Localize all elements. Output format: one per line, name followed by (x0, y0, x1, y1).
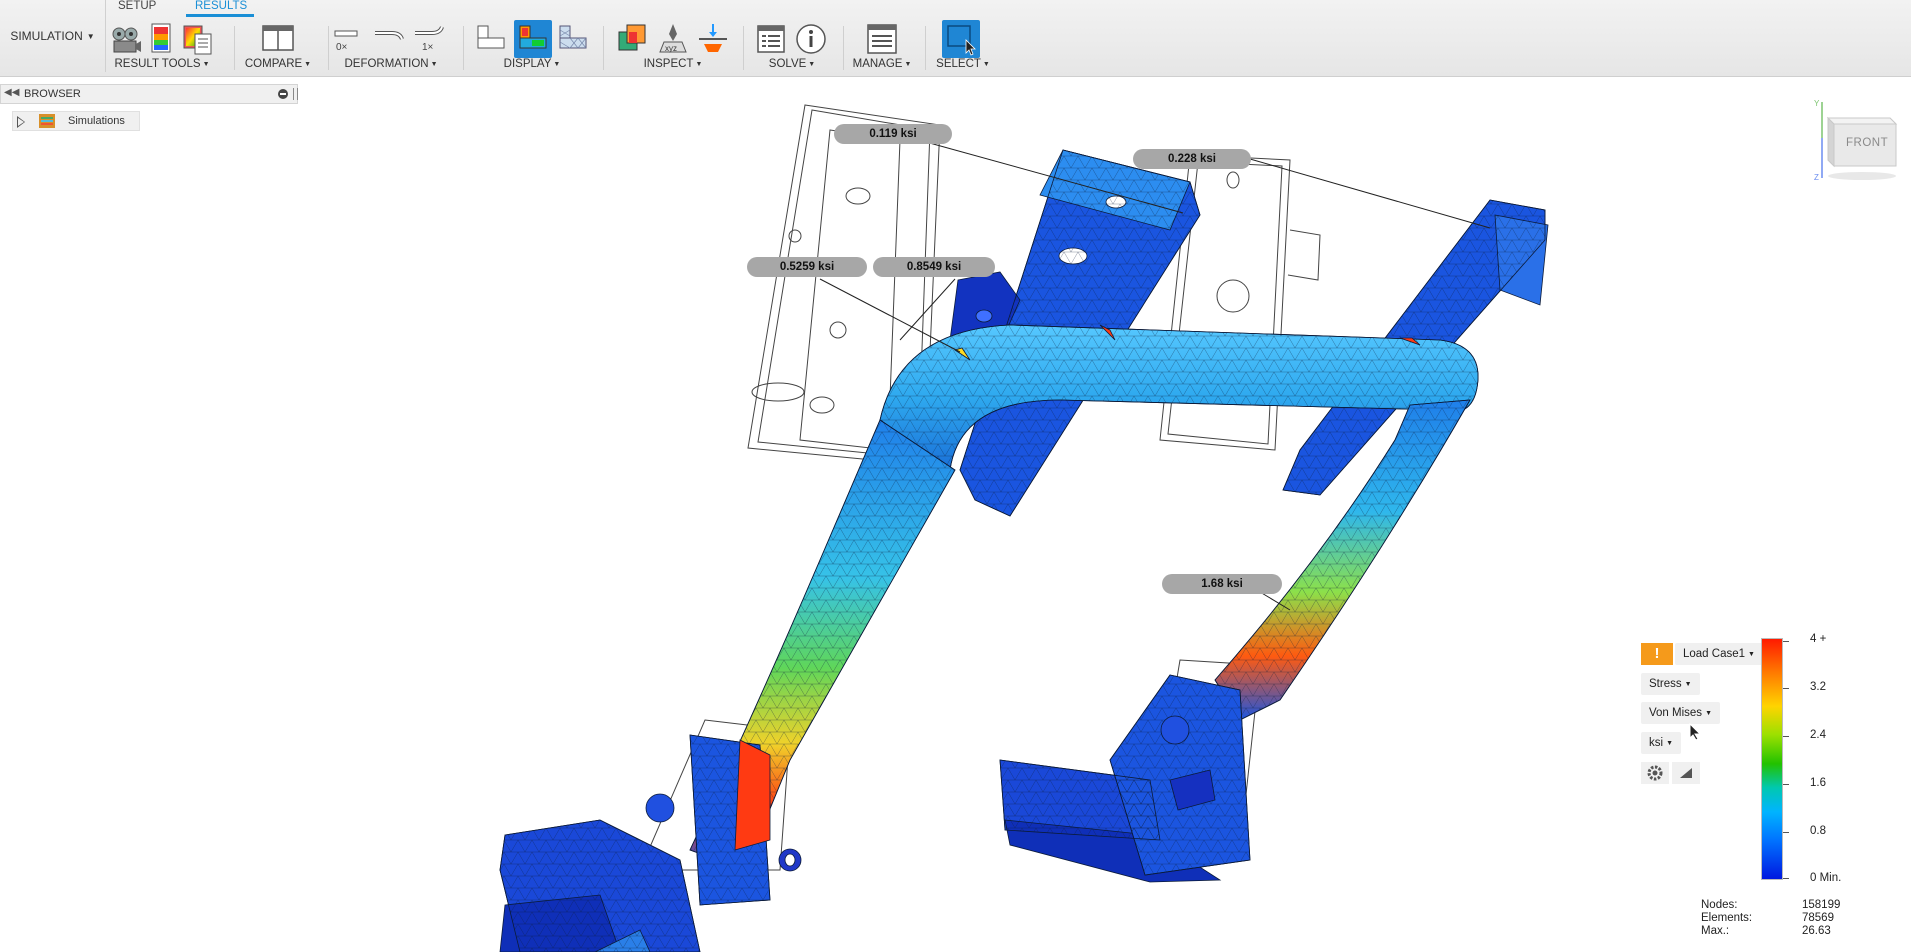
legend-tick-label: 0 Min. (1810, 872, 1842, 884)
point-probe-icon[interactable]: xyz (656, 22, 690, 56)
toolbar-divider (925, 26, 926, 70)
toolbar-divider (463, 26, 464, 70)
toolbar-divider (743, 26, 744, 70)
right-base-mount (999, 674, 1251, 883)
active-tab-indicator (186, 14, 254, 17)
select-menu[interactable]: SELECT ▼ (935, 58, 991, 70)
units-dropdown[interactable]: ksi ▼ (1641, 732, 1681, 754)
svg-text:Y: Y (1814, 99, 1820, 108)
probe-label[interactable]: 0.5259 ksi (747, 257, 867, 277)
display-menu[interactable]: DISPLAY ▼ (470, 58, 594, 70)
deformation-1x-text: 1× (422, 42, 434, 53)
chevron-down-icon: ▼ (86, 31, 95, 41)
stress-component-dropdown[interactable]: Von Mises ▼ (1641, 702, 1720, 724)
model-display-icon[interactable] (474, 22, 508, 56)
deformation-menu[interactable]: DEFORMATION ▼ (330, 58, 452, 70)
solve-menu[interactable]: SOLVE ▼ (750, 58, 834, 70)
probe-label[interactable]: 0.8549 ksi (873, 257, 995, 277)
color-ramp-icon[interactable] (1672, 762, 1700, 784)
inspect-group: xyz INSPECT ▼ (610, 20, 736, 74)
actual-deformation-icon[interactable]: 1× (412, 22, 446, 56)
svg-text:Z: Z (1814, 173, 1819, 182)
info-icon[interactable] (794, 22, 828, 56)
deformation-0x-text: 0× (336, 42, 348, 53)
legend-tick-label: 4 + (1810, 633, 1827, 645)
max-value: 26.63 (1802, 925, 1831, 937)
workspace-label: SIMULATION (10, 29, 83, 43)
surface-probe-icon[interactable] (616, 22, 650, 56)
tick-mark (1783, 688, 1789, 689)
toolbar-divider (603, 26, 604, 70)
nodes-label: Nodes: (1701, 899, 1738, 911)
toolbar-divider (328, 26, 329, 70)
display-group: DISPLAY ▼ (470, 20, 594, 74)
animate-icon[interactable] (108, 22, 142, 56)
legend-tick-label: 0.8 (1810, 825, 1826, 837)
workspace-switcher[interactable]: SIMULATION ▼ (0, 0, 106, 72)
warning-icon[interactable]: ! (1641, 643, 1673, 665)
probe-label[interactable]: 0.119 ksi (834, 124, 952, 144)
simulation-viewport[interactable] (0, 76, 1911, 952)
probe-label[interactable]: 1.68 ksi (1162, 574, 1282, 594)
toolbar: SIMULATION ▼ SETUP RESULTS RESULT TOOLS ▼ … (0, 0, 1911, 77)
tick-mark (1783, 784, 1789, 785)
report-icon[interactable] (180, 22, 214, 56)
load-case-dropdown[interactable]: Load Case1 ▼ (1675, 643, 1763, 665)
gear-icon[interactable] (1641, 762, 1669, 784)
tab-results[interactable]: RESULTS (195, 0, 247, 12)
result-tools-menu[interactable]: RESULT TOOLS ▼ (106, 58, 218, 70)
legend-tick-label: 2.4 (1810, 729, 1826, 741)
elements-value: 78569 (1802, 912, 1834, 924)
mesh-display-icon[interactable] (556, 22, 590, 56)
probe-label[interactable]: 0.228 ksi (1133, 149, 1251, 169)
deformation-group: 0× 1× DEFORMATION ▼ (330, 20, 452, 74)
compare-group: COMPARE ▼ (240, 20, 316, 74)
elements-label: Elements: (1701, 912, 1753, 924)
no-deformation-icon[interactable]: 0× (332, 22, 366, 56)
left-base-mount (499, 734, 802, 952)
manage-menu[interactable]: MANAGE ▼ (850, 58, 914, 70)
stress-plot-icon[interactable] (144, 22, 178, 56)
deformation-scale-icon[interactable] (372, 22, 406, 56)
viewcube-face-label[interactable]: FRONT (1846, 137, 1888, 149)
max-label: Max.: (1701, 925, 1730, 937)
stress-color-bar (1761, 638, 1783, 880)
result-type-dropdown[interactable]: Stress ▼ (1641, 673, 1700, 695)
solve-group: SOLVE ▼ (750, 20, 834, 74)
manage-icon[interactable] (865, 22, 899, 56)
tick-mark (1783, 878, 1789, 879)
nodes-value: 158199 (1802, 899, 1841, 911)
result-tools-group: RESULT TOOLS ▼ (106, 20, 218, 74)
toolbar-divider (843, 26, 844, 70)
manage-group: MANAGE ▼ (850, 20, 914, 74)
legend-tick-label: 1.6 (1810, 777, 1826, 789)
select-group: SELECT ▼ (935, 20, 991, 74)
select-icon[interactable] (942, 20, 980, 58)
section-plane-icon[interactable] (696, 22, 730, 56)
inspect-menu[interactable]: INSPECT ▼ (610, 58, 736, 70)
mouse-cursor-icon (1689, 723, 1701, 741)
legend-tick-label: 3.2 (1810, 681, 1826, 693)
toolbar-divider (234, 26, 235, 70)
compare-menu[interactable]: COMPARE ▼ (240, 58, 316, 70)
tick-mark (1783, 641, 1789, 642)
tick-mark (1783, 832, 1789, 833)
compare-icon[interactable] (261, 22, 295, 56)
pre-check-icon[interactable] (754, 22, 788, 56)
tab-setup[interactable]: SETUP (118, 0, 156, 12)
xyz-text: xyz (665, 44, 677, 53)
tick-mark (1783, 736, 1789, 737)
contour-display-icon[interactable] (514, 20, 552, 58)
